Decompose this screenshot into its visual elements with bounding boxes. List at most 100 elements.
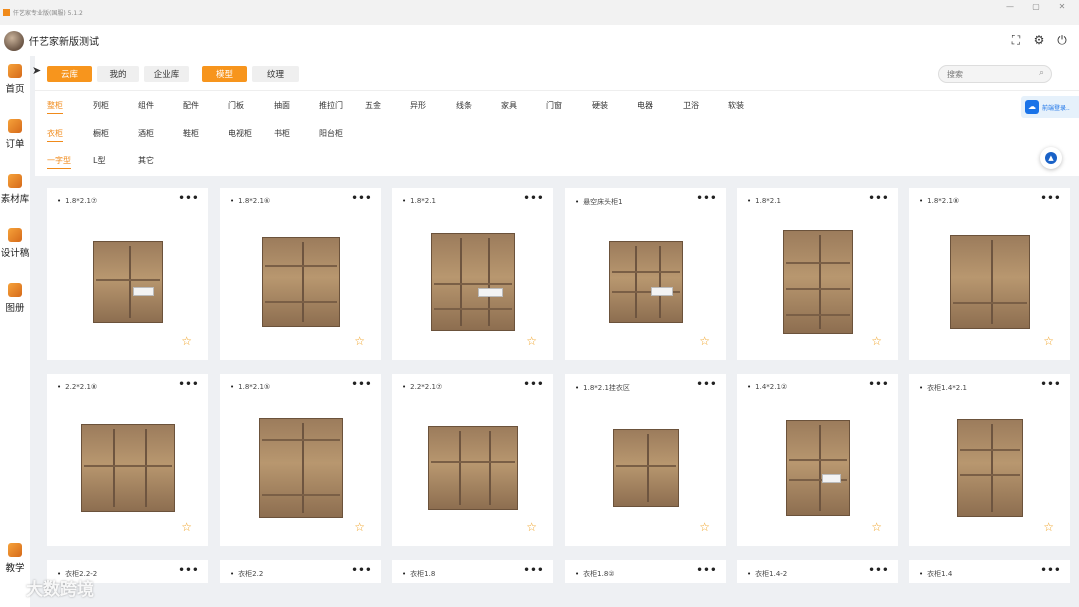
wardrobe-thumbnail[interactable]	[262, 237, 340, 327]
model-card[interactable]: 1.8*2.1⑤ ••• ☆	[220, 374, 381, 546]
model-card[interactable]: 衣柜1.4 •••	[909, 560, 1070, 583]
model-card[interactable]: 2.2*2.1⑦ ••• ☆	[392, 374, 553, 546]
wardrobe-thumbnail[interactable]	[81, 424, 175, 512]
gear-icon[interactable]: ⚙	[1032, 33, 1046, 47]
category-item[interactable]: 橱柜	[93, 128, 109, 139]
favorite-star-icon[interactable]: ☆	[181, 334, 192, 348]
maximize-button[interactable]: ▢	[1023, 2, 1049, 11]
model-card[interactable]: 2.2*2.1⑧ ••• ☆	[47, 374, 208, 546]
more-options-icon[interactable]: •••	[178, 565, 199, 576]
more-options-icon[interactable]: •••	[523, 565, 544, 576]
wardrobe-thumbnail[interactable]	[957, 419, 1023, 517]
tab-texture[interactable]: 纹理	[252, 66, 299, 82]
model-card[interactable]: 1.8*2.1挂衣区 ••• ☆	[565, 374, 726, 546]
wardrobe-thumbnail[interactable]	[259, 418, 343, 518]
minimize-button[interactable]: —	[997, 2, 1023, 11]
more-options-icon[interactable]: •••	[696, 565, 717, 576]
more-options-icon[interactable]: •••	[178, 193, 199, 204]
more-options-icon[interactable]: •••	[868, 193, 889, 204]
category-item[interactable]: 软装	[728, 100, 744, 111]
category-item[interactable]: 门板	[228, 100, 244, 111]
category-item[interactable]: 其它	[138, 155, 154, 166]
wardrobe-thumbnail[interactable]	[609, 241, 683, 323]
more-options-icon[interactable]: •••	[696, 379, 717, 390]
favorite-star-icon[interactable]: ☆	[354, 520, 365, 534]
wardrobe-thumbnail[interactable]	[93, 241, 163, 323]
favorite-star-icon[interactable]: ☆	[699, 520, 710, 534]
category-item[interactable]: 阳台柜	[319, 128, 343, 139]
model-card[interactable]: 衣柜2.2 •••	[220, 560, 381, 583]
model-card[interactable]: 1.8*2.1⑥ ••• ☆	[220, 188, 381, 360]
model-card[interactable]: 衣柜1.8 •••	[392, 560, 553, 583]
search-input[interactable]	[939, 66, 1029, 82]
model-card[interactable]: 1.8*2.1 ••• ☆	[392, 188, 553, 360]
sidebar-item-order[interactable]: 订单	[0, 119, 30, 150]
search-box[interactable]: ⌕	[938, 65, 1052, 83]
category-item[interactable]: 酒柜	[138, 128, 154, 139]
close-button[interactable]: ✕	[1049, 2, 1075, 11]
category-item[interactable]: 异形	[410, 100, 426, 111]
more-options-icon[interactable]: •••	[523, 193, 544, 204]
model-card[interactable]: 衣柜1.8② •••	[565, 560, 726, 583]
model-card[interactable]: 1.8*2.1⑦ ••• ☆	[47, 188, 208, 360]
tab-enterprise-library[interactable]: 企业库	[144, 66, 189, 82]
category-item[interactable]: 门窗	[546, 100, 562, 111]
scroll-top-button[interactable]: ▲	[1040, 147, 1062, 169]
wardrobe-thumbnail[interactable]	[783, 230, 853, 334]
wardrobe-thumbnail[interactable]	[431, 233, 515, 331]
more-options-icon[interactable]: •••	[1040, 193, 1061, 204]
category-item[interactable]: 硬装	[592, 100, 608, 111]
wardrobe-thumbnail[interactable]	[950, 235, 1030, 329]
category-item[interactable]: 列柜	[93, 100, 109, 111]
favorite-star-icon[interactable]: ☆	[526, 334, 537, 348]
sidebar-item-home[interactable]: 首页	[0, 64, 30, 95]
category-item[interactable]: 抽面	[274, 100, 290, 111]
more-options-icon[interactable]: •••	[523, 379, 544, 390]
more-options-icon[interactable]: •••	[351, 193, 372, 204]
float-login-tip[interactable]: ☁ 前端登录..	[1021, 96, 1079, 118]
category-item[interactable]: L型	[93, 155, 105, 166]
category-item[interactable]: 线条	[456, 100, 472, 111]
more-options-icon[interactable]: •••	[178, 379, 199, 390]
model-card[interactable]: 1.4*2.1② ••• ☆	[737, 374, 898, 546]
category-item[interactable]: 推拉门	[319, 100, 343, 111]
sidebar-item-material[interactable]: 素材库	[0, 174, 30, 205]
more-options-icon[interactable]: •••	[351, 379, 372, 390]
category-item[interactable]: 鞋柜	[183, 128, 199, 139]
category-item[interactable]: 五金	[365, 100, 381, 111]
category-item[interactable]: 衣柜	[47, 128, 63, 142]
category-item[interactable]: 家具	[501, 100, 517, 111]
favorite-star-icon[interactable]: ☆	[354, 334, 365, 348]
more-options-icon[interactable]: •••	[696, 193, 717, 204]
category-item[interactable]: 整柜	[47, 100, 63, 114]
category-item[interactable]: 组件	[138, 100, 154, 111]
sidebar-item-design[interactable]: 设计稿	[0, 228, 30, 259]
favorite-star-icon[interactable]: ☆	[871, 334, 882, 348]
more-options-icon[interactable]: •••	[1040, 379, 1061, 390]
model-card[interactable]: 衣柜1.4*2.1 ••• ☆	[909, 374, 1070, 546]
category-item[interactable]: 电器	[637, 100, 653, 111]
more-options-icon[interactable]: •••	[868, 379, 889, 390]
wardrobe-thumbnail[interactable]	[428, 426, 518, 510]
power-icon[interactable]: ⏻	[1055, 33, 1069, 47]
favorite-star-icon[interactable]: ☆	[1043, 334, 1054, 348]
search-icon[interactable]: ⌕	[1039, 68, 1044, 78]
avatar[interactable]	[4, 30, 24, 51]
favorite-star-icon[interactable]: ☆	[699, 334, 710, 348]
sidebar-item-teach[interactable]: 教学	[0, 543, 30, 574]
category-item[interactable]: 书柜	[274, 128, 290, 139]
more-options-icon[interactable]: •••	[1040, 565, 1061, 576]
category-item[interactable]: 配件	[183, 100, 199, 111]
tab-mine[interactable]: 我的	[97, 66, 139, 82]
favorite-star-icon[interactable]: ☆	[1043, 520, 1054, 534]
model-card[interactable]: 悬空床头柜1 ••• ☆	[565, 188, 726, 360]
category-item[interactable]: 卫浴	[683, 100, 699, 111]
wardrobe-thumbnail[interactable]	[786, 420, 850, 516]
model-card[interactable]: 1.8*2.1 ••• ☆	[737, 188, 898, 360]
favorite-star-icon[interactable]: ☆	[526, 520, 537, 534]
sidebar-item-album[interactable]: 图册	[0, 283, 30, 314]
more-options-icon[interactable]: •••	[351, 565, 372, 576]
tab-cloud-library[interactable]: 云库	[47, 66, 92, 82]
model-card[interactable]: 1.8*2.1⑧ ••• ☆	[909, 188, 1070, 360]
category-item[interactable]: 电视柜	[228, 128, 252, 139]
